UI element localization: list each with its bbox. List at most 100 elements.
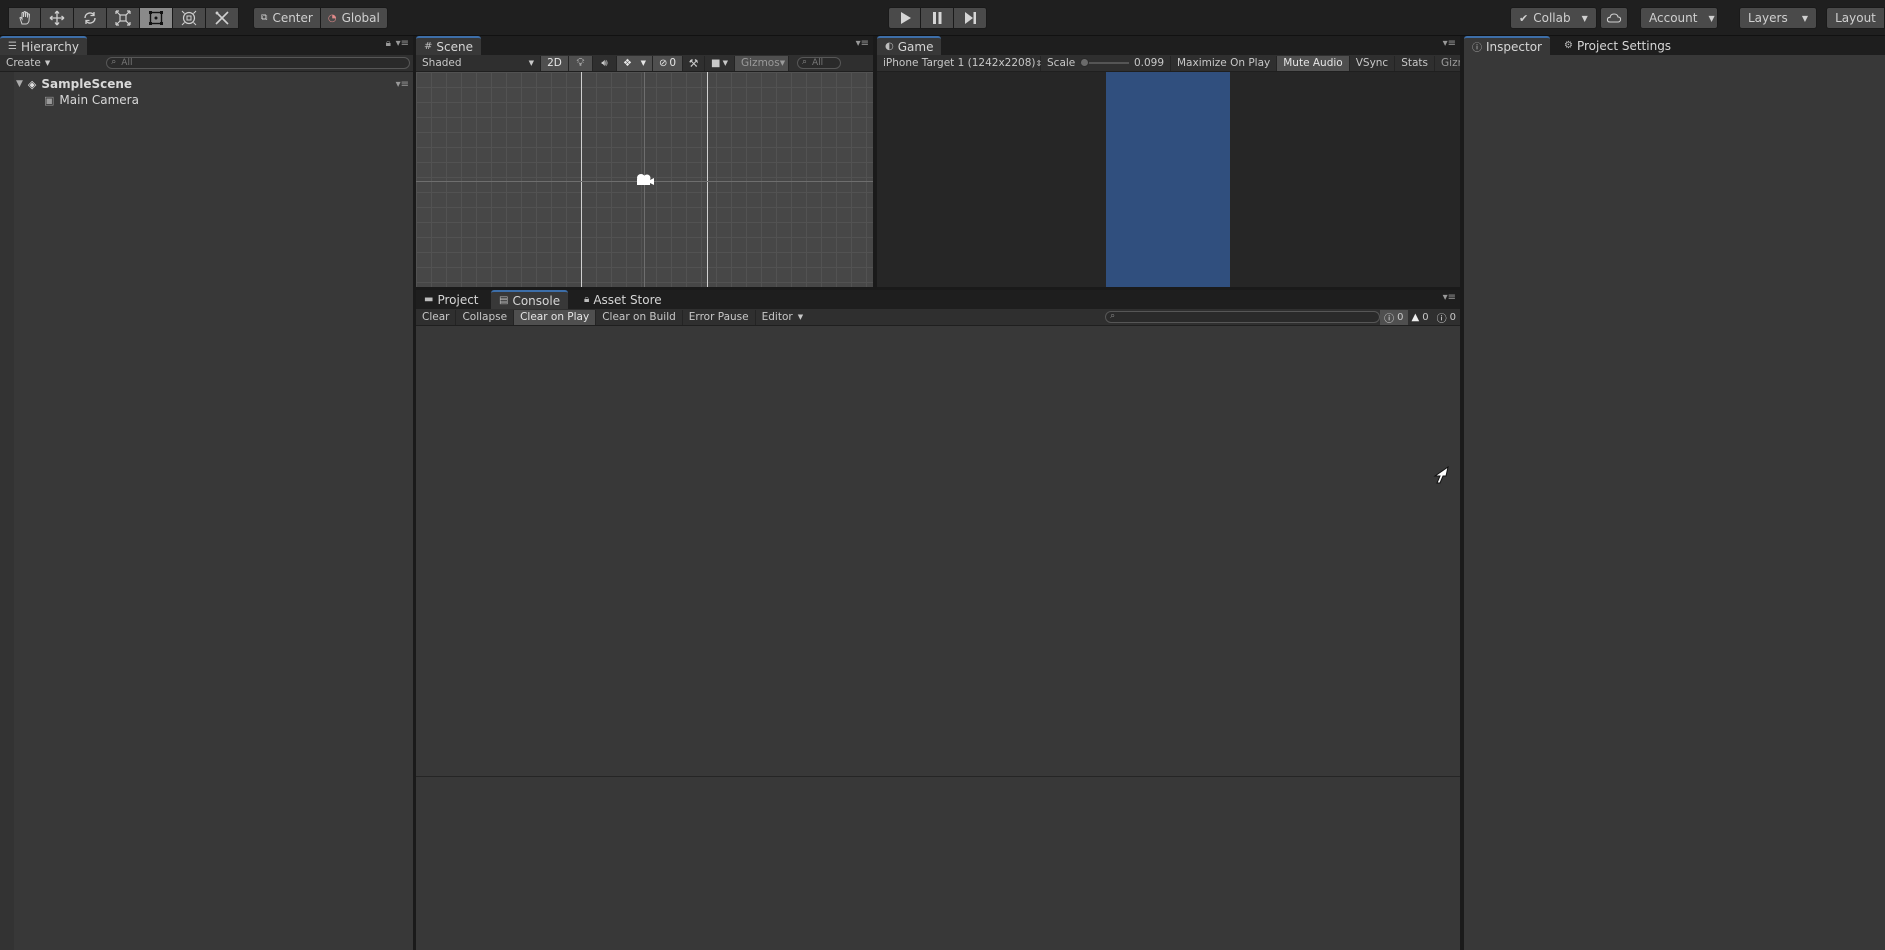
- warning-count-toggle[interactable]: ▲ 0: [1408, 310, 1433, 325]
- eye-slash-icon: ⊘: [659, 57, 668, 69]
- step-icon: [965, 12, 976, 24]
- expand-arrow-icon[interactable]: ▼: [16, 79, 23, 89]
- account-dropdown[interactable]: Account ▼: [1640, 7, 1718, 29]
- chevron-down-icon: ▼: [528, 59, 534, 67]
- rotate-icon: [84, 12, 96, 24]
- collapse-toggle[interactable]: Collapse: [456, 309, 515, 325]
- effects-dropdown[interactable]: ❖ ▼: [617, 55, 653, 71]
- display-resolution-dropdown[interactable]: iPhone Target 1 (1242x2208) ⇕: [877, 55, 1042, 71]
- collab-dropdown[interactable]: ✔ Collab ▼: [1510, 7, 1597, 29]
- main-toolbar: ⧉ Center ◔ Global ✔ Collab ▼ Account ▼ L…: [0, 0, 1885, 36]
- cloud-button[interactable]: [1600, 7, 1628, 29]
- mouse-cursor-icon: [1433, 466, 1449, 484]
- game-viewport[interactable]: [877, 72, 1460, 287]
- tab-project[interactable]: ▬ Project: [416, 290, 487, 309]
- console-log-list[interactable]: [416, 326, 1460, 777]
- mute-audio-toggle[interactable]: Mute Audio: [1277, 55, 1350, 71]
- tab-project-settings-label: Project Settings: [1576, 38, 1672, 53]
- hand-tool-button[interactable]: [8, 7, 41, 29]
- panel-menu-icon[interactable]: ▾≡: [1443, 292, 1456, 303]
- tab-asset-store[interactable]: 🔒︎ Asset Store: [576, 290, 670, 309]
- pivot-center-button[interactable]: ⧉ Center: [253, 7, 321, 29]
- vsync-toggle[interactable]: VSync: [1350, 55, 1396, 71]
- tab-hierarchy-label: Hierarchy: [20, 39, 79, 54]
- panel-menu-icon[interactable]: ▾≡: [856, 38, 869, 49]
- clear-label: Clear: [422, 311, 450, 323]
- chevron-down-icon: ▼: [779, 59, 786, 67]
- rect-tool-button[interactable]: [140, 7, 173, 29]
- camera-dropdown[interactable]: ■ ▼: [705, 55, 735, 71]
- console-counters: ⓘ 0 ▲ 0 ⓘ 0: [1380, 309, 1460, 325]
- transform-tool-button[interactable]: [173, 7, 206, 29]
- vsync-label: VSync: [1355, 57, 1389, 69]
- error-pause-toggle[interactable]: Error Pause: [683, 309, 756, 325]
- shading-mode-dropdown[interactable]: Shaded ▼: [416, 55, 541, 71]
- chevron-down-icon: ▼: [1801, 13, 1808, 23]
- maximize-on-play-toggle[interactable]: Maximize On Play: [1171, 55, 1278, 71]
- hierarchy-search-input[interactable]: All: [106, 57, 411, 69]
- hidden-count: 0: [669, 57, 676, 69]
- scene-row[interactable]: ▼ ◈ SampleScene ▾≡: [16, 76, 413, 92]
- audio-toggle[interactable]: 🔊︎: [593, 55, 617, 71]
- step-button[interactable]: [954, 7, 987, 29]
- speaker-icon: 🔊︎: [601, 57, 608, 69]
- scale-thumb[interactable]: [1080, 58, 1090, 67]
- tab-hierarchy[interactable]: ☰ Hierarchy: [0, 36, 87, 55]
- scene-tools-button[interactable]: ⚒: [683, 55, 705, 71]
- clear-on-build-toggle[interactable]: Clear on Build: [596, 309, 683, 325]
- layout-dropdown[interactable]: Layout: [1826, 7, 1885, 29]
- mode-2d-toggle[interactable]: 2D: [541, 55, 569, 71]
- play-button[interactable]: [888, 7, 921, 29]
- collab-dropdown-group: ✔ Collab ▼: [1510, 7, 1597, 29]
- scale-track[interactable]: [1080, 58, 1129, 67]
- hierarchy-search-placeholder: All: [121, 58, 133, 68]
- list-item[interactable]: ▣ Main Camera: [44, 92, 139, 108]
- layers-dropdown[interactable]: Layers ▼: [1739, 7, 1817, 29]
- scale-tool-button[interactable]: [107, 7, 140, 29]
- panel-menu-icon[interactable]: ▾≡: [1443, 38, 1456, 49]
- create-dropdown[interactable]: Create ▼: [0, 56, 56, 71]
- hidden-objects-toggle[interactable]: ⊘ 0: [653, 55, 683, 71]
- lighting-toggle[interactable]: 💡︎: [569, 55, 593, 71]
- pause-button[interactable]: [921, 7, 954, 29]
- tab-inspector-label: Inspector: [1486, 39, 1542, 54]
- rotate-tool-button[interactable]: [74, 7, 107, 29]
- pacman-icon: ◐: [885, 41, 894, 52]
- tab-inspector[interactable]: ⓘ Inspector: [1464, 36, 1550, 55]
- scene-subbar: Shaded ▼ 2D 💡︎ 🔊︎ ❖ ▼ ⊘ 0 ⚒ ■ ▼ Gizmos ▼: [416, 55, 873, 72]
- tab-scene[interactable]: # Scene: [416, 36, 481, 55]
- panel-splitter[interactable]: [873, 36, 877, 287]
- tab-console[interactable]: ▤ Console: [491, 290, 569, 309]
- console-detail-view[interactable]: [416, 778, 1460, 950]
- camera-frustum-left: [581, 72, 582, 287]
- clear-on-build-label: Clear on Build: [602, 311, 676, 323]
- error-icon: ⓘ: [1436, 313, 1447, 325]
- rect-icon: [149, 11, 163, 25]
- custom-tool-button[interactable]: [206, 7, 239, 29]
- tab-game[interactable]: ◐ Game: [877, 36, 942, 55]
- scene-menu-icon[interactable]: ▾≡: [396, 79, 409, 90]
- panel-menu-icon[interactable]: ▾≡: [396, 38, 409, 49]
- collapse-label: Collapse: [462, 311, 508, 323]
- error-count-toggle[interactable]: ⓘ 0: [1433, 310, 1460, 325]
- space-global-button[interactable]: ◔ Global: [320, 7, 388, 29]
- move-tool-button[interactable]: [41, 7, 74, 29]
- console-search-input[interactable]: [1105, 311, 1381, 323]
- camera-gizmo-icon[interactable]: [635, 172, 655, 190]
- create-label: Create: [6, 57, 41, 69]
- scale-slider[interactable]: Scale 0.099: [1041, 55, 1171, 71]
- lock-icon[interactable]: 🔒︎: [386, 38, 391, 49]
- stats-toggle[interactable]: Stats: [1395, 55, 1436, 71]
- log-count-toggle[interactable]: ⓘ 0: [1380, 309, 1408, 325]
- clear-button[interactable]: Clear: [416, 309, 457, 325]
- inspector-tabbar: ⓘ Inspector ⚙ Project Settings: [1464, 36, 1885, 55]
- lightbulb-icon: 💡︎: [576, 56, 585, 69]
- scene-viewport[interactable]: [416, 72, 873, 287]
- account-group: Account ▼: [1640, 7, 1718, 29]
- chevron-down-icon: ▼: [640, 59, 646, 67]
- clear-on-play-toggle[interactable]: Clear on Play: [514, 309, 597, 325]
- tab-project-settings[interactable]: ⚙ Project Settings: [1556, 36, 1679, 55]
- editor-dropdown[interactable]: Editor ▼: [756, 310, 809, 325]
- scene-search-input[interactable]: All: [797, 57, 841, 69]
- scene-gizmos-dropdown[interactable]: Gizmos ▼: [735, 55, 789, 71]
